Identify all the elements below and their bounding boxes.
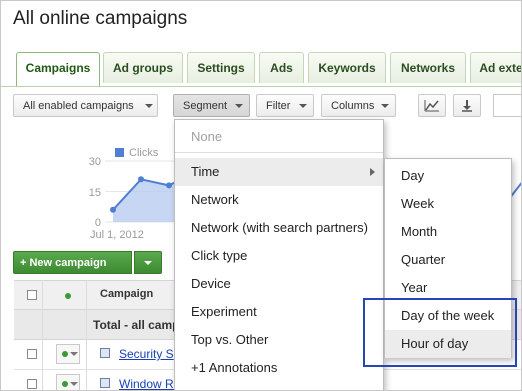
- data-point: [110, 206, 116, 213]
- tab-campaigns[interactable]: Campaigns: [16, 52, 100, 86]
- filter-button[interactable]: Filter: [256, 94, 314, 117]
- status-dot-icon: [62, 381, 68, 387]
- data-point: [138, 176, 144, 183]
- new-campaign-button[interactable]: + New campaign: [13, 251, 132, 274]
- column-header-campaign[interactable]: Campaign: [100, 288, 153, 300]
- tab-ad-extensions[interactable]: Ad exte: [470, 52, 521, 83]
- row-checkbox[interactable]: [27, 379, 37, 389]
- status-dot-icon: [65, 293, 71, 299]
- chevron-down-icon: [381, 104, 389, 108]
- segment-experiment[interactable]: Experiment: [175, 298, 383, 326]
- annotation-highlight-box: [363, 298, 517, 367]
- chevron-down-icon: [235, 104, 243, 108]
- segment-network-search-partners[interactable]: Network (with search partners): [175, 214, 383, 242]
- segment-plus1-annotations[interactable]: +1 Annotations: [175, 354, 383, 382]
- column-divider: [42, 280, 43, 390]
- status-dot-icon: [62, 351, 68, 357]
- total-label: Total - all camp: [93, 318, 180, 332]
- column-divider: [86, 280, 87, 390]
- app-window: All online campaigns Campaigns Ad groups…: [0, 0, 522, 391]
- page-title: All online campaigns: [13, 8, 188, 29]
- filter-label: Filter: [266, 100, 291, 112]
- x-tick-label: Jul 1, 2012: [90, 229, 144, 241]
- segment-click-type[interactable]: Click type: [175, 242, 383, 270]
- segment-network[interactable]: Network: [175, 186, 383, 214]
- time-day[interactable]: Day: [385, 162, 511, 190]
- tab-ad-groups[interactable]: Ad groups: [103, 52, 183, 83]
- status-dropdown[interactable]: [56, 344, 80, 364]
- chevron-down-icon: [145, 104, 153, 108]
- campaign-link[interactable]: Security S: [119, 347, 174, 361]
- segment-button[interactable]: Segment: [173, 94, 250, 117]
- chevron-down-icon: [299, 104, 307, 108]
- download-icon: [462, 100, 472, 112]
- chevron-right-icon: [370, 168, 375, 176]
- row-checkbox[interactable]: [27, 349, 37, 359]
- select-all-checkbox[interactable]: [27, 290, 37, 300]
- menu-divider: [175, 152, 383, 153]
- tab-networks[interactable]: Networks: [390, 52, 466, 83]
- download-button[interactable]: [453, 94, 481, 117]
- tab-settings[interactable]: Settings: [187, 52, 255, 83]
- y-tick-label: 0: [95, 217, 101, 229]
- legend-label: Clicks: [129, 147, 159, 159]
- segment-menu: None Time Network Network (with search p…: [174, 119, 384, 390]
- segment-time-label: Time: [191, 164, 220, 179]
- segment-label: Segment: [183, 100, 228, 112]
- time-quarter[interactable]: Quarter: [385, 246, 511, 274]
- chevron-down-icon: [144, 261, 152, 265]
- columns-button[interactable]: Columns: [321, 94, 396, 117]
- time-week[interactable]: Week: [385, 190, 511, 218]
- segment-device[interactable]: Device: [175, 270, 383, 298]
- search-input[interactable]: [493, 94, 521, 117]
- y-tick-label: 30: [89, 156, 101, 168]
- columns-label: Columns: [331, 100, 375, 112]
- line-chart-icon: [424, 100, 439, 112]
- legend-swatch: [115, 148, 124, 157]
- search-campaign-icon: [100, 378, 110, 388]
- new-campaign-dropdown[interactable]: [134, 251, 162, 274]
- campaign-filter-dropdown[interactable]: All enabled campaigns: [13, 94, 158, 117]
- tab-ads[interactable]: Ads: [259, 52, 304, 83]
- search-campaign-icon: [100, 348, 110, 358]
- segment-none: None: [191, 129, 223, 144]
- data-point: [166, 182, 172, 189]
- tab-bar: Campaigns Ad groups Settings Ads Keyword…: [1, 52, 521, 87]
- chart-toggle-button[interactable]: [418, 94, 446, 117]
- chevron-down-icon: [70, 382, 78, 386]
- y-tick-label: 15: [89, 187, 101, 199]
- status-dropdown[interactable]: [56, 374, 80, 390]
- segment-time[interactable]: Time: [175, 158, 383, 186]
- chevron-down-icon: [70, 352, 78, 356]
- campaign-filter-label: All enabled campaigns: [23, 100, 134, 112]
- time-month[interactable]: Month: [385, 218, 511, 246]
- tab-keywords[interactable]: Keywords: [308, 52, 386, 83]
- segment-top-vs-other[interactable]: Top vs. Other: [175, 326, 383, 354]
